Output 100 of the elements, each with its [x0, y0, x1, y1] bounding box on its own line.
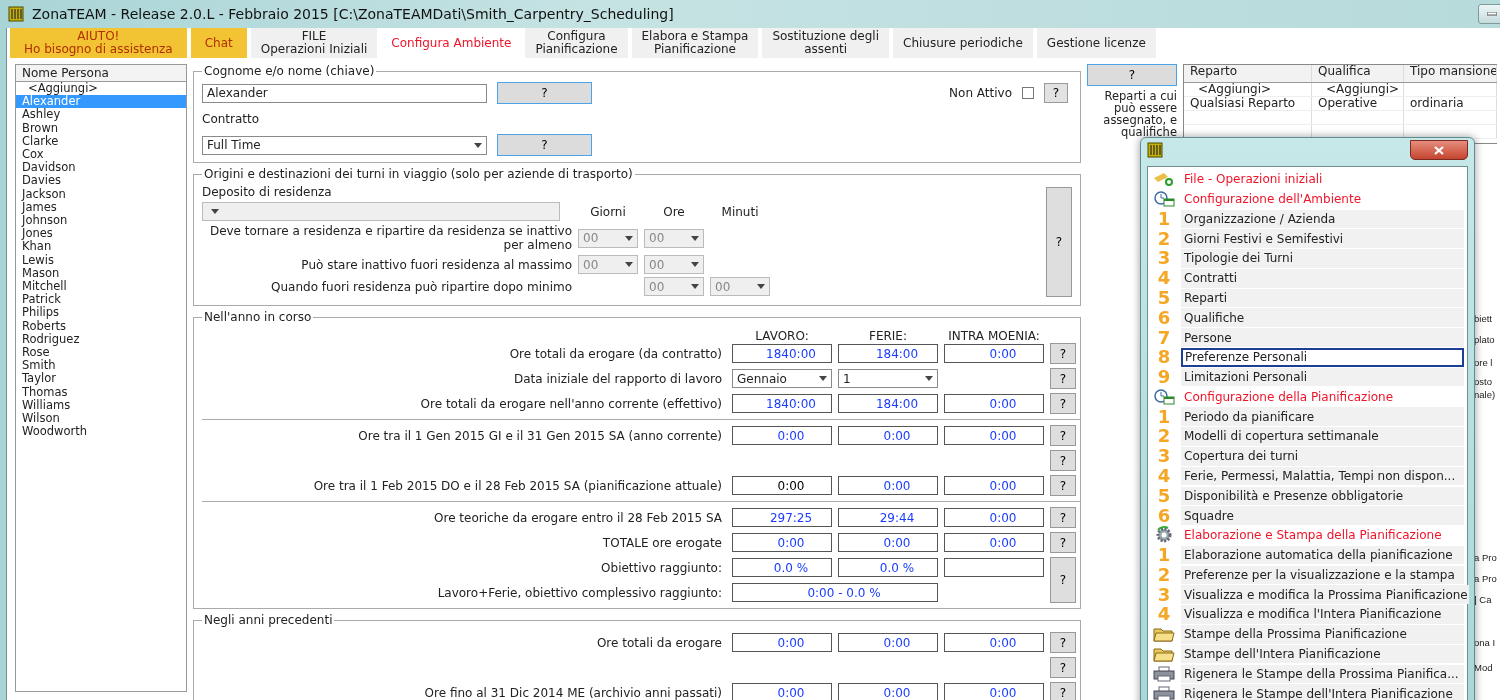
menu-item[interactable]: Elaborazione automatica della pianificazione [1181, 545, 1464, 565]
value-field[interactable]: 0:00 [944, 533, 1044, 552]
tab[interactable]: Gestione licenze [1036, 28, 1156, 58]
person-item[interactable]: Brown [16, 121, 186, 135]
menu-item[interactable]: Disponibilità e Presenze obbligatorie [1181, 486, 1464, 506]
value-field[interactable]: 0:00 - 0.0 % [732, 583, 938, 602]
value-field[interactable]: 184:00 [838, 344, 938, 363]
tab[interactable]: FILE Operazioni Iniziali [250, 28, 378, 58]
menu-item[interactable]: Stampe dell'Intera Pianificazione [1181, 644, 1464, 664]
help-button[interactable]: ? [1050, 425, 1076, 446]
menu-item[interactable]: Limitazioni Personali [1181, 367, 1464, 387]
menu-item[interactable]: Periodo da pianificare [1181, 407, 1464, 426]
person-item[interactable]: Johnson [16, 214, 186, 228]
help-button[interactable]: ? [497, 134, 592, 156]
value-field[interactable]: 29:44 [838, 508, 938, 527]
dropdown[interactable]: Gennaio [732, 369, 832, 388]
value-field[interactable]: 0:00 [838, 633, 938, 652]
value-field[interactable]: 0:00 [732, 633, 832, 652]
menu-item[interactable]: Ferie, Permessi, Malattia, Tempi non dispon... [1181, 466, 1464, 486]
person-item[interactable]: Davies [16, 174, 186, 188]
value-field[interactable]: 0:00 [838, 426, 938, 445]
person-item[interactable]: Davidson [16, 161, 186, 175]
contract-dropdown[interactable]: Full Time [202, 135, 487, 155]
person-item[interactable]: Patrick [16, 293, 186, 307]
minimize-button[interactable] [1478, 4, 1500, 24]
menu-item[interactable]: Modelli di copertura settimanale [1181, 427, 1464, 446]
value-field[interactable]: 0:00 [838, 533, 938, 552]
value-field[interactable] [944, 558, 1044, 577]
menu-item[interactable]: Preferenze per la visualizzazione e la stampa [1181, 565, 1464, 585]
person-item[interactable]: Mitchell [16, 280, 186, 294]
menu-item[interactable]: Copertura dei turni [1181, 446, 1464, 466]
person-item[interactable]: Clarke [16, 134, 186, 148]
help-button[interactable]: ? [1050, 532, 1076, 553]
person-item[interactable]: Woodworth [16, 425, 186, 439]
menu-item[interactable]: Stampe della Prossima Pianificazione [1181, 624, 1464, 644]
person-item[interactable]: James [16, 200, 186, 215]
person-item[interactable]: Khan [16, 240, 186, 254]
help-button[interactable]: ? [1050, 557, 1076, 603]
value-field[interactable]: 1840:00 [732, 344, 832, 363]
dropdown[interactable]: 1 [838, 369, 938, 388]
menu-item[interactable]: Qualifiche [1181, 308, 1464, 328]
person-item[interactable]: Jackson [16, 187, 186, 201]
value-field[interactable]: 0:00 [944, 476, 1044, 495]
value-field[interactable]: 0:00 [732, 683, 832, 700]
value-field[interactable]: 0:00 [944, 394, 1044, 413]
value-field[interactable]: 0:00 [732, 533, 832, 552]
person-item[interactable]: Mason [16, 266, 186, 281]
tab[interactable]: Sostituzione degli assenti [762, 28, 890, 58]
menu-item[interactable]: Visualizza e modifica l'Intera Pianificazione [1181, 605, 1464, 624]
person-item[interactable]: Wilson [16, 412, 186, 426]
value-field[interactable]: 0:00 [944, 633, 1044, 652]
tab[interactable]: Chiusure periodiche [893, 28, 1033, 58]
person-item[interactable]: Rose [16, 346, 186, 360]
menu-item[interactable]: Reparti [1181, 288, 1464, 308]
person-item[interactable]: Smith [16, 359, 186, 373]
menu-item[interactable]: Visualizza e modifica la Prossima Pianificazione [1181, 585, 1469, 604]
person-item[interactable]: Williams [16, 398, 186, 413]
value-field[interactable]: 0:00 [944, 508, 1044, 527]
person-item[interactable]: Thomas [16, 385, 186, 399]
person-item[interactable]: Taylor [16, 372, 186, 386]
value-field[interactable]: 297:25 [732, 508, 832, 527]
value-field[interactable]: 0:00 [944, 344, 1044, 363]
value-field[interactable]: 184:00 [838, 394, 938, 413]
menu-item[interactable]: Preferenze Personali [1181, 348, 1464, 367]
help-button[interactable]: ? [1050, 368, 1076, 389]
value-field[interactable]: 0:00 [944, 683, 1044, 700]
value-field[interactable]: 1840:00 [732, 394, 832, 413]
value-field[interactable]: 0.0 % [838, 558, 938, 577]
name-field[interactable]: Alexander [202, 83, 487, 103]
menu-item[interactable]: Giorni Festivi e Semifestivi [1181, 229, 1464, 248]
help-button[interactable]: ? [1050, 393, 1076, 414]
help-button[interactable]: ? [1050, 507, 1076, 528]
tab[interactable]: Configura Pianificazione [525, 28, 628, 58]
value-field[interactable]: 0:00 [838, 476, 938, 495]
help-button[interactable]: ? [1050, 657, 1076, 678]
menu-item[interactable]: Persone [1181, 328, 1464, 347]
menu-item[interactable]: Contratti [1181, 268, 1464, 288]
help-button[interactable]: ? [1087, 64, 1177, 86]
help-button[interactable]: ? [497, 82, 592, 104]
menu-item[interactable]: Rigenera le Stampe dell'Intera Pianificazione [1181, 684, 1464, 700]
menu-item[interactable]: Squadre [1181, 506, 1464, 525]
value-field[interactable]: 0:00 [944, 426, 1044, 445]
person-item[interactable]: Cox [16, 148, 186, 162]
value-field[interactable]: 0:00 [838, 683, 938, 700]
person-item[interactable]: Roberts [16, 319, 186, 333]
person-item[interactable]: Jones [16, 227, 186, 241]
value-field[interactable]: 0.0 % [732, 558, 832, 577]
value-field[interactable]: 0:00 [732, 476, 832, 495]
help-button[interactable]: ? [1044, 83, 1068, 103]
person-item[interactable]: <Aggiungi> [16, 82, 186, 96]
value-field[interactable]: 0:00 [732, 426, 832, 445]
menu-item[interactable]: Tipologie dei Turni [1181, 249, 1464, 268]
help-button[interactable]: ? [1050, 450, 1076, 471]
person-item[interactable]: Ashley [16, 108, 186, 122]
help-button[interactable]: ? [1050, 682, 1076, 700]
help-button[interactable]: ? [1050, 475, 1076, 496]
menu-item[interactable]: Organizzazione / Azienda [1181, 209, 1464, 229]
tab[interactable]: Elabora e Stampa Pianificazione [631, 28, 759, 58]
menu-item[interactable]: Rigenera le Stampe della Prossima Pianifica... [1181, 664, 1464, 684]
person-item[interactable]: Philips [16, 306, 186, 320]
